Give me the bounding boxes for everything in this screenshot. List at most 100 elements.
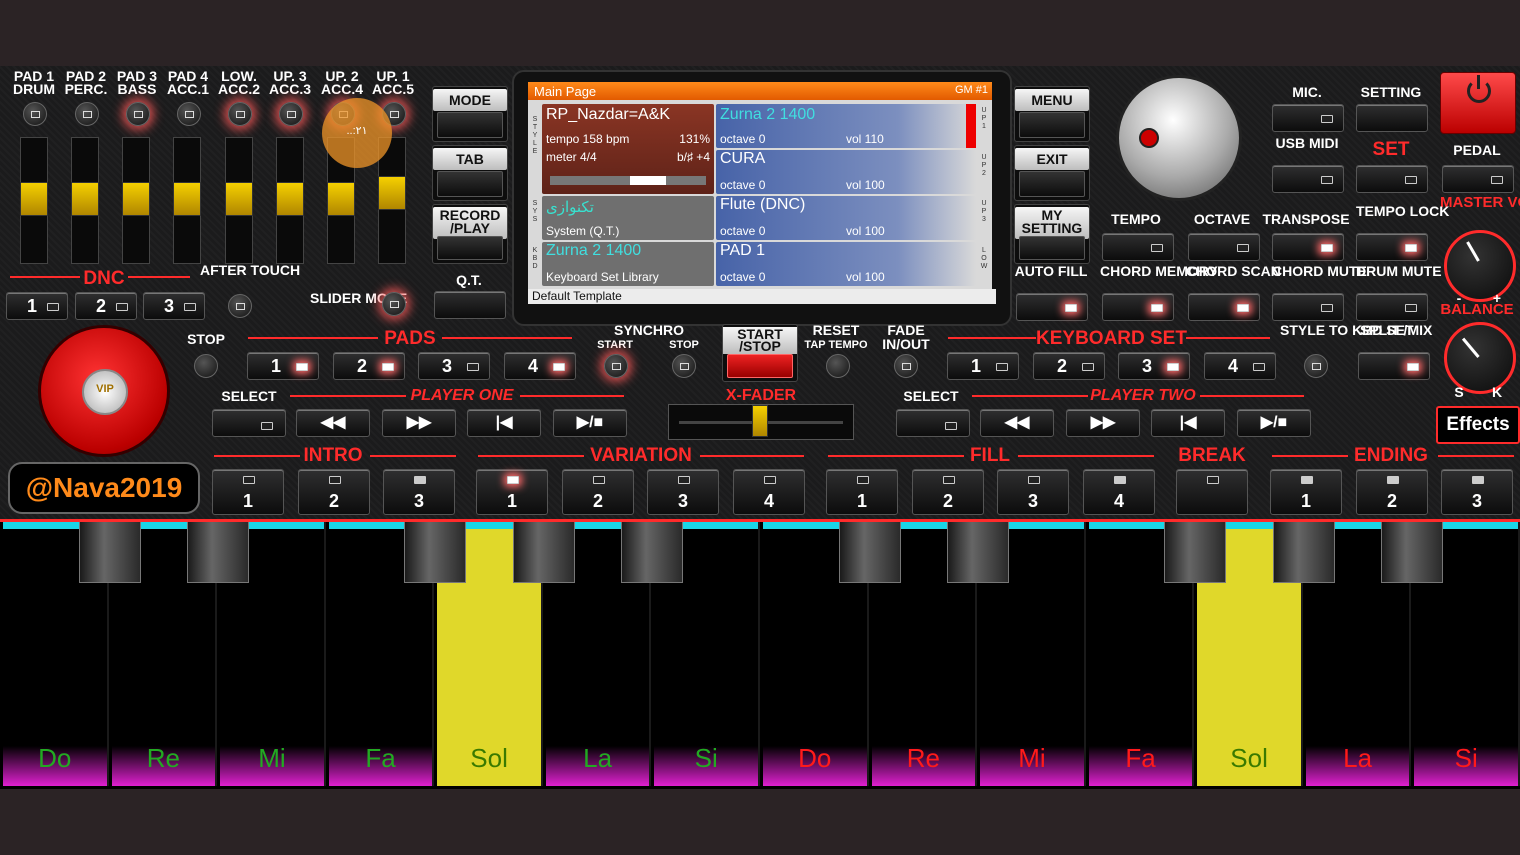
exit-button[interactable]: EXIT bbox=[1014, 145, 1090, 201]
mic-button[interactable] bbox=[1272, 104, 1344, 132]
intro-button-1[interactable]: 1 bbox=[212, 469, 284, 515]
black-key[interactable] bbox=[187, 521, 250, 583]
fill-button-1[interactable]: 1 bbox=[826, 469, 898, 515]
power-button[interactable] bbox=[1440, 72, 1516, 134]
kbd-set-button-1[interactable]: 1 bbox=[947, 352, 1019, 380]
data-dial[interactable] bbox=[1116, 75, 1242, 201]
chord-mute-button[interactable] bbox=[1272, 293, 1344, 321]
mode-button[interactable]: MODE bbox=[432, 86, 508, 142]
player-one-previous-button[interactable]: |◀ bbox=[467, 409, 541, 437]
pad2-mute-button[interactable] bbox=[75, 102, 99, 126]
black-key[interactable] bbox=[1272, 521, 1335, 583]
acc3-mute-button[interactable] bbox=[279, 102, 303, 126]
pad-button-3[interactable]: 3 bbox=[418, 352, 490, 380]
player-two-select-button[interactable] bbox=[896, 409, 970, 437]
drum-mute-button[interactable] bbox=[1356, 293, 1428, 321]
effects-button[interactable]: Effects bbox=[1436, 406, 1520, 444]
slider-mode-button[interactable] bbox=[382, 292, 406, 316]
black-key[interactable] bbox=[404, 521, 467, 583]
usb-midi-button[interactable] bbox=[1272, 165, 1344, 193]
player-one-select-button[interactable] bbox=[212, 409, 286, 437]
style-slot[interactable]: RP_Nazdar=A&K tempo 158 bpm 131% meter 4… bbox=[542, 104, 714, 194]
my-setting-button[interactable]: MY SETTING bbox=[1014, 204, 1090, 264]
tempo-button[interactable] bbox=[1102, 233, 1174, 261]
split-mix-button[interactable] bbox=[1358, 352, 1430, 380]
player-one-rewind-button[interactable]: ◀◀ bbox=[296, 409, 370, 437]
reset-tap-tempo-button[interactable] bbox=[826, 354, 850, 378]
black-key[interactable] bbox=[78, 521, 141, 583]
dnc-button-3[interactable]: 3 bbox=[143, 292, 205, 320]
black-key[interactable] bbox=[512, 521, 575, 583]
player-two-play-stop-button[interactable]: ▶/■ bbox=[1237, 409, 1311, 437]
setting-button[interactable] bbox=[1356, 104, 1428, 132]
track-up3[interactable]: Flute (DNC) octave 0 vol 100 bbox=[716, 196, 976, 240]
style-to-kbd-set-button[interactable] bbox=[1304, 354, 1328, 378]
kbd-set-button-3[interactable]: 3 bbox=[1118, 352, 1190, 380]
x-fader-handle[interactable] bbox=[752, 405, 768, 437]
tempo-lock-button[interactable] bbox=[1356, 233, 1428, 261]
black-key[interactable] bbox=[1381, 521, 1444, 583]
pad2-fader[interactable] bbox=[71, 182, 99, 216]
kbd-set-button-2[interactable]: 2 bbox=[1033, 352, 1105, 380]
tab-button[interactable]: TAB bbox=[432, 145, 508, 201]
qt-button[interactable] bbox=[434, 291, 506, 319]
pad-button-1[interactable]: 1 bbox=[247, 352, 319, 380]
fill-button-2[interactable]: 2 bbox=[912, 469, 984, 515]
synchro-stop-button[interactable] bbox=[672, 354, 696, 378]
chord-memory-button[interactable] bbox=[1102, 293, 1174, 321]
transpose-button[interactable] bbox=[1272, 233, 1344, 261]
auto-fill-button[interactable] bbox=[1016, 293, 1088, 321]
intro-button-2[interactable]: 2 bbox=[298, 469, 370, 515]
ending-button-3[interactable]: 3 bbox=[1441, 469, 1513, 515]
start-stop-button[interactable]: START /STOP bbox=[722, 324, 798, 382]
synchro-start-button[interactable] bbox=[604, 354, 628, 378]
acc5-fader[interactable] bbox=[378, 176, 406, 210]
kbd-set-slot[interactable]: Zurna 2 1400 Keyboard Set Library bbox=[542, 242, 714, 286]
system-slot[interactable]: تکنوازی System (Q.T.) bbox=[542, 196, 714, 240]
track-low[interactable]: PAD 1 octave 0 vol 100 bbox=[716, 242, 976, 286]
acc3-fader[interactable] bbox=[276, 182, 304, 216]
set-button[interactable] bbox=[1356, 165, 1428, 193]
variation-button-2[interactable]: 2 bbox=[562, 469, 634, 515]
ending-button-1[interactable]: 1 bbox=[1270, 469, 1342, 515]
after-touch-button[interactable] bbox=[228, 294, 252, 318]
pad4-fader[interactable] bbox=[173, 182, 201, 216]
player-two-forward-button[interactable]: ▶▶ bbox=[1066, 409, 1140, 437]
pad3-fader[interactable] bbox=[122, 182, 150, 216]
player-one-play-stop-button[interactable]: ▶/■ bbox=[553, 409, 627, 437]
fade-in-out-button[interactable] bbox=[894, 354, 918, 378]
pad4-mute-button[interactable] bbox=[177, 102, 201, 126]
fill-button-4[interactable]: 4 bbox=[1083, 469, 1155, 515]
record-play-button[interactable]: RECORD /PLAY bbox=[432, 204, 508, 264]
fill-button-3[interactable]: 3 bbox=[997, 469, 1069, 515]
variation-button-3[interactable]: 3 bbox=[647, 469, 719, 515]
chord-scan-button[interactable] bbox=[1188, 293, 1260, 321]
black-key[interactable] bbox=[838, 521, 901, 583]
black-key[interactable] bbox=[621, 521, 684, 583]
dnc-button-2[interactable]: 2 bbox=[75, 292, 137, 320]
pad1-fader[interactable] bbox=[20, 182, 48, 216]
octave-button[interactable] bbox=[1188, 233, 1260, 261]
intro-button-3[interactable]: 3 bbox=[383, 469, 455, 515]
black-key[interactable] bbox=[1164, 521, 1227, 583]
acc2-mute-button[interactable] bbox=[228, 102, 252, 126]
kbd-set-button-4[interactable]: 4 bbox=[1204, 352, 1276, 380]
pad3-mute-button[interactable] bbox=[126, 102, 150, 126]
pad-button-4[interactable]: 4 bbox=[504, 352, 576, 380]
break-button[interactable] bbox=[1176, 469, 1248, 515]
acc2-fader[interactable] bbox=[225, 182, 253, 216]
player-one-forward-button[interactable]: ▶▶ bbox=[382, 409, 456, 437]
vip-disc[interactable]: VIP bbox=[38, 325, 170, 457]
dnc-button-1[interactable]: 1 bbox=[6, 292, 68, 320]
variation-button-1[interactable]: 1 bbox=[476, 469, 548, 515]
pads-stop-button[interactable] bbox=[194, 354, 218, 378]
menu-button[interactable]: MENU bbox=[1014, 86, 1090, 142]
track-up2[interactable]: CURA octave 0 vol 100 bbox=[716, 150, 976, 194]
black-key[interactable] bbox=[947, 521, 1010, 583]
pad1-mute-button[interactable] bbox=[23, 102, 47, 126]
pad-button-2[interactable]: 2 bbox=[333, 352, 405, 380]
player-two-rewind-button[interactable]: ◀◀ bbox=[980, 409, 1054, 437]
player-two-previous-button[interactable]: |◀ bbox=[1151, 409, 1225, 437]
ending-button-2[interactable]: 2 bbox=[1356, 469, 1428, 515]
track-up1[interactable]: Zurna 2 1400 octave 0 vol 110 bbox=[716, 104, 976, 148]
